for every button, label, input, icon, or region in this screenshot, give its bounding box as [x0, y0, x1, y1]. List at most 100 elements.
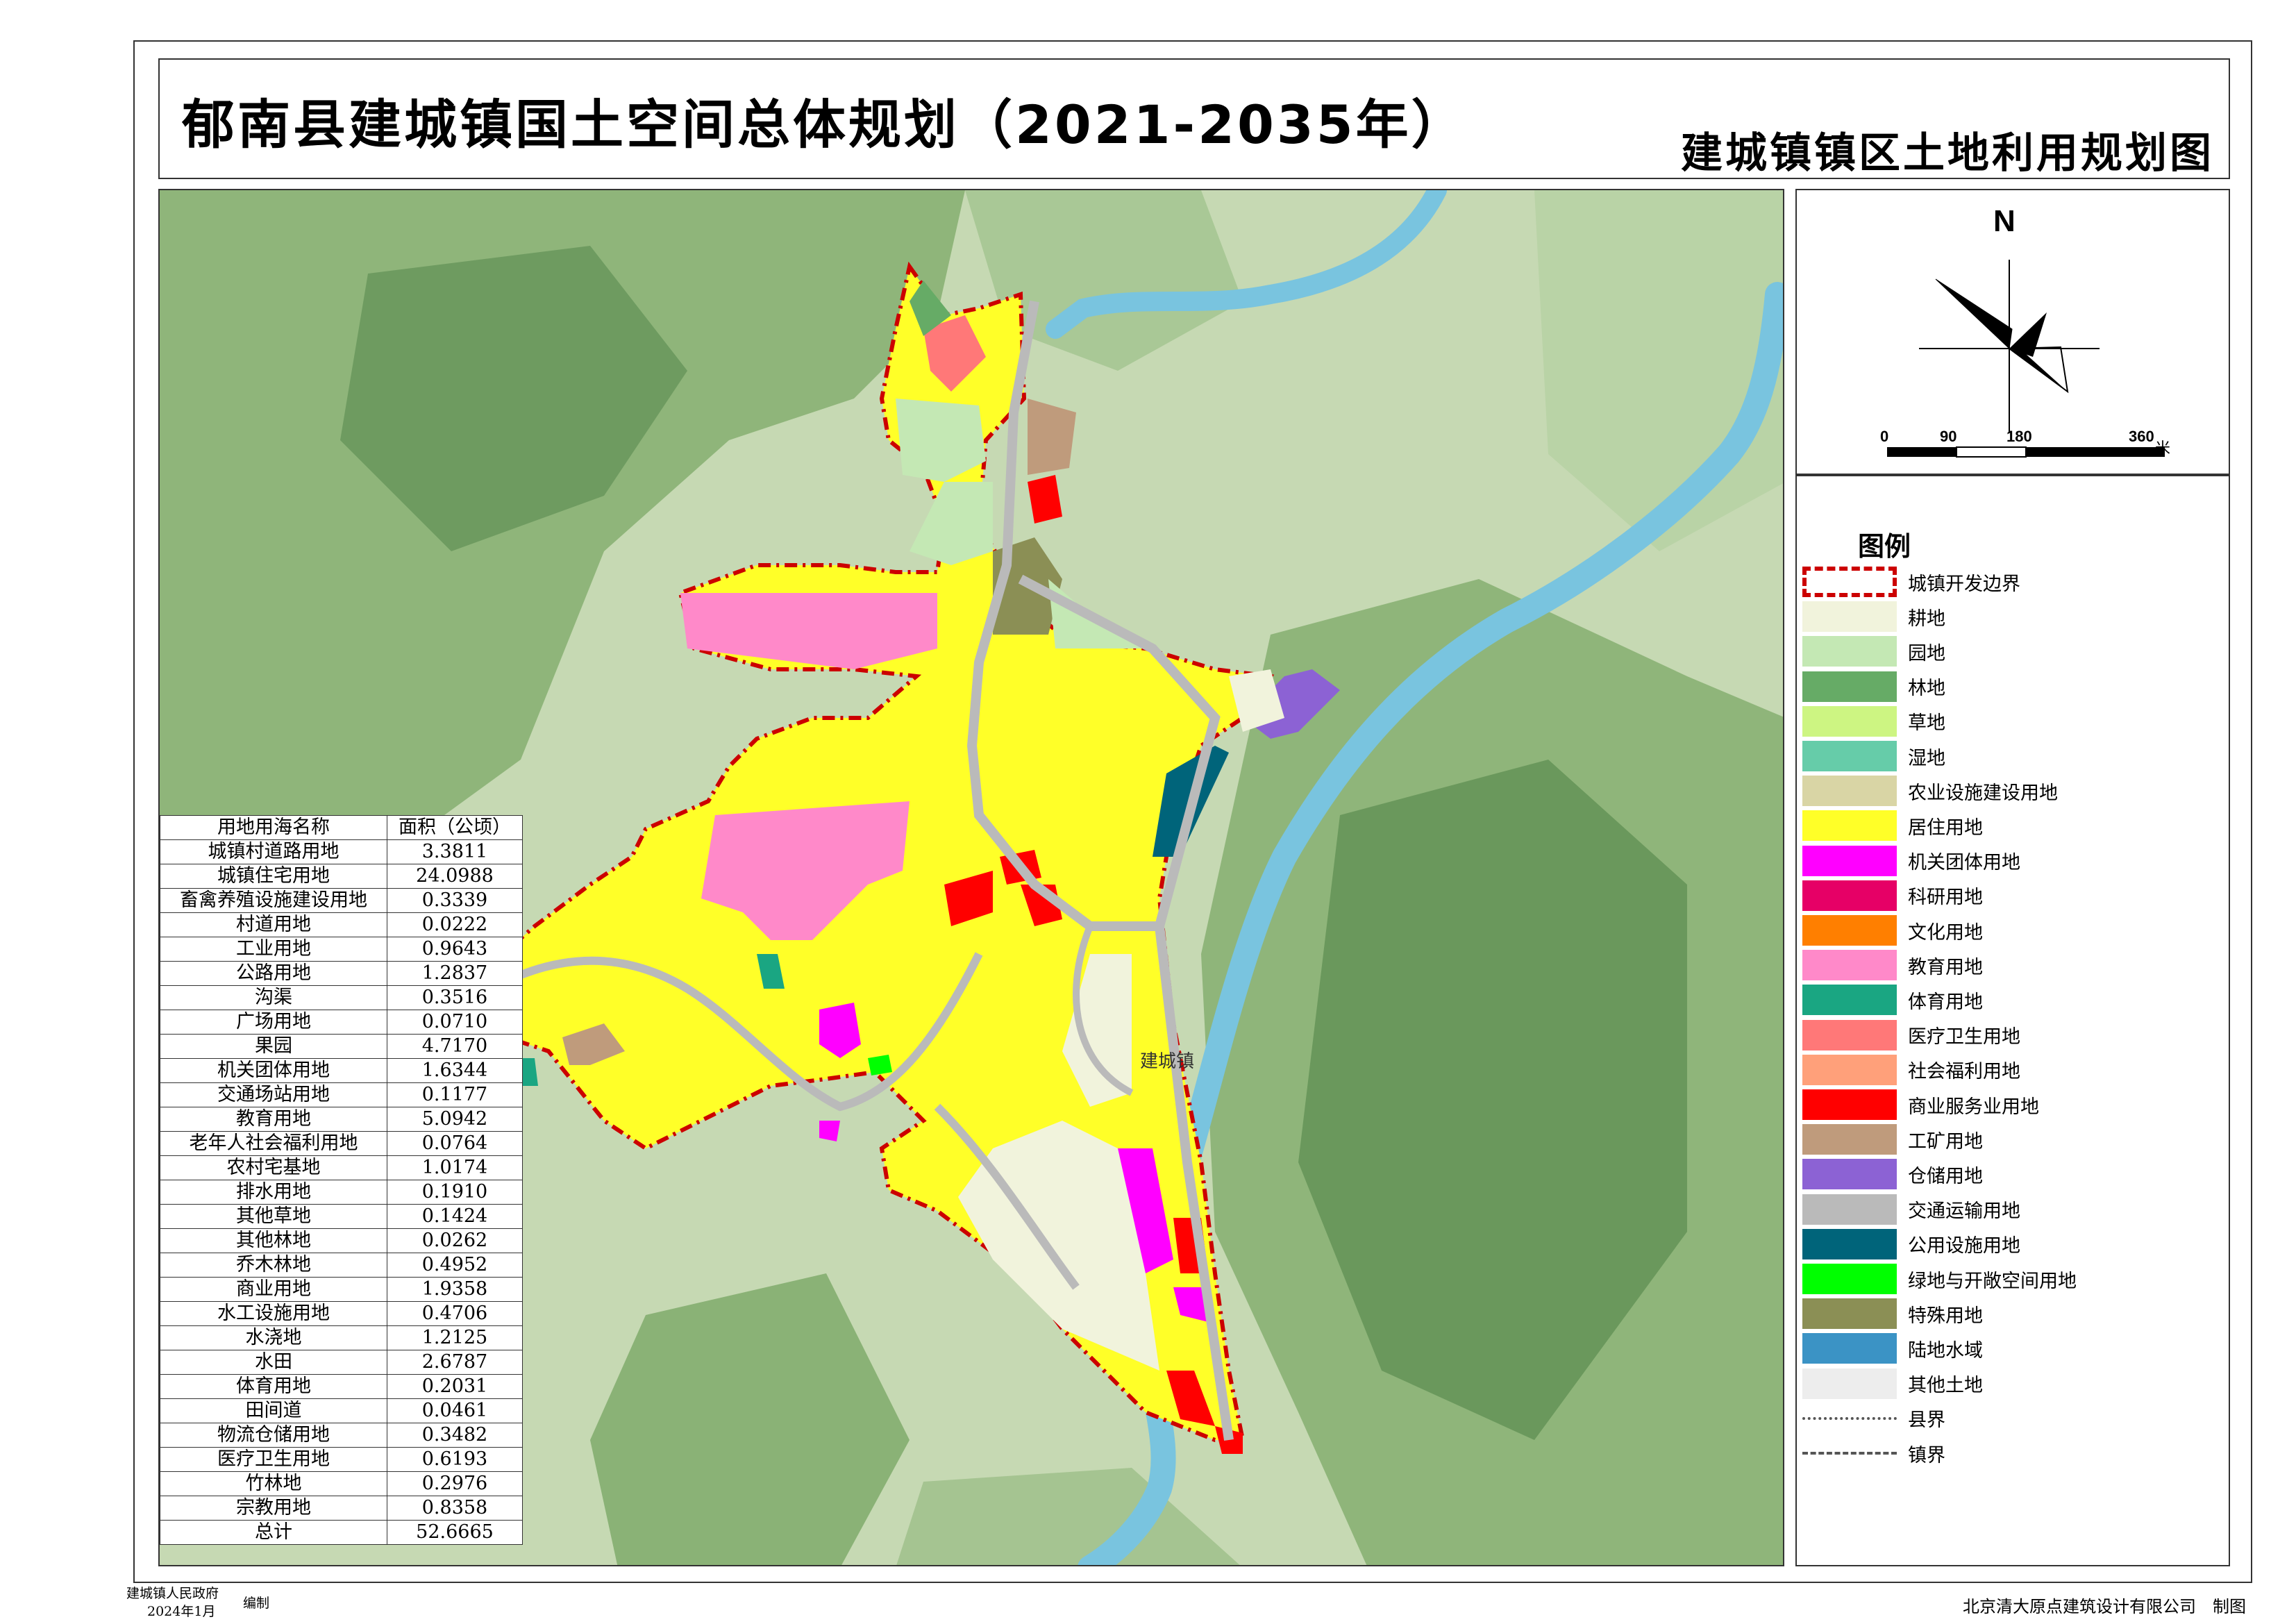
table-cell-name: 机关团体用地	[160, 1058, 387, 1083]
table-row: 沟渠 0.3516	[160, 985, 523, 1010]
legend-label: 机关团体用地	[1908, 852, 2020, 874]
legend-item: 工矿用地	[1802, 1124, 1983, 1155]
table-row: 水田 2.6787	[160, 1350, 523, 1375]
table-cell-name: 广场用地	[160, 1010, 387, 1035]
table-row: 机关团体用地 1.6344	[160, 1058, 523, 1083]
table-row: 农村宅基地 1.0174	[160, 1155, 523, 1180]
legend-item: 特殊用地	[1802, 1298, 1983, 1330]
legend-item: 湿地	[1802, 741, 1945, 771]
legend-swatch	[1802, 810, 1897, 842]
table-cell-name: 村道用地	[160, 912, 387, 937]
scale-tick-180: 180	[2006, 428, 2032, 445]
table-cell-name: 水浇地	[160, 1325, 387, 1350]
table-row: 物流仓储用地 0.3482	[160, 1423, 523, 1448]
table-row: 商业用地 1.9358	[160, 1277, 523, 1302]
table-cell-name: 乔木林地	[160, 1253, 387, 1278]
legend-swatch	[1802, 1264, 1897, 1294]
map-subtitle: 建城镇镇区土地利用规划图	[1681, 129, 2214, 178]
table-cell-area: 0.4952	[387, 1253, 523, 1278]
table-cell-name: 宗教用地	[160, 1496, 387, 1521]
scale-tick-360: 360	[2129, 428, 2154, 445]
table-row: 水浇地 1.2125	[160, 1325, 523, 1350]
scale-tick-90: 90	[1940, 428, 1957, 445]
scale-tick-0: 0	[1880, 428, 1889, 445]
scale-seg-1	[1887, 447, 1956, 457]
table-cell-name: 沟渠	[160, 985, 387, 1010]
legend-item: 园地	[1802, 636, 1945, 667]
legend-swatch	[1802, 915, 1897, 946]
table-cell-area: 0.9643	[387, 937, 523, 962]
table-cell-name: 交通场站用地	[160, 1082, 387, 1107]
table-cell-area: 0.2976	[387, 1471, 523, 1496]
table-cell-name: 田间道	[160, 1398, 387, 1423]
table-cell-name: 畜禽养殖设施建设用地	[160, 888, 387, 913]
table-row: 教育用地 5.0942	[160, 1107, 523, 1132]
table-cell-area: 52.6665	[387, 1520, 523, 1545]
table-row: 交通场站用地 0.1177	[160, 1082, 523, 1107]
table-cell-name: 水田	[160, 1350, 387, 1375]
legend-swatch	[1802, 1298, 1897, 1330]
compass-needle-ne	[2009, 312, 2047, 357]
legend-item: 绿地与开敞空间用地	[1802, 1264, 2077, 1294]
legend-swatch	[1802, 1089, 1897, 1120]
table-cell-name: 公路用地	[160, 961, 387, 986]
table-cell-name: 医疗卫生用地	[160, 1447, 387, 1472]
legend-swatch	[1802, 1368, 1897, 1399]
legend-item: 居住用地	[1802, 810, 1983, 842]
table-cell-area: 1.0174	[387, 1155, 523, 1180]
table-row: 工业用地 0.9643	[160, 937, 523, 962]
table-cell-area: 1.6344	[387, 1058, 523, 1083]
table-row: 排水用地 0.1910	[160, 1180, 523, 1205]
legend-item: 草地	[1802, 705, 1945, 737]
legend-swatch	[1802, 1228, 1897, 1259]
legend-item: 商业服务业用地	[1802, 1089, 2039, 1120]
table-cell-area: 0.0222	[387, 912, 523, 937]
table-cell-name: 城镇村道路用地	[160, 839, 387, 864]
table-cell-area: 0.1910	[387, 1180, 523, 1205]
legend-item: 文化用地	[1802, 915, 1983, 946]
legend-swatch	[1802, 1416, 1897, 1420]
scale-seg-2	[1956, 446, 2027, 458]
table-cell-area: 1.2837	[387, 961, 523, 986]
table-row: 田间道 0.0461	[160, 1398, 523, 1423]
legend-label: 医疗卫生用地	[1908, 1026, 2020, 1048]
legend-label: 仓储用地	[1908, 1165, 1983, 1187]
legend-swatch	[1802, 1159, 1897, 1190]
table-row: 城镇村道路用地 3.3811	[160, 839, 523, 864]
scale-seg-3	[2026, 447, 2165, 457]
table-row: 总计 52.6665	[160, 1520, 523, 1545]
legend-swatch	[1802, 845, 1897, 876]
table-row: 果园 4.7170	[160, 1034, 523, 1059]
table-cell-name: 总计	[160, 1520, 387, 1545]
compass-panel: N 0 90 180 360 米	[1795, 189, 2230, 475]
town-label: 建城镇	[1140, 1051, 1195, 1072]
legend-item: 体育用地	[1802, 985, 1983, 1016]
legend-label: 商业服务业用地	[1908, 1096, 2039, 1118]
table-cell-name: 竹林地	[160, 1471, 387, 1496]
legend-swatch	[1802, 1194, 1897, 1225]
table-cell-name: 工业用地	[160, 937, 387, 962]
legend-label: 草地	[1908, 712, 1945, 735]
legend-item: 县界	[1802, 1405, 1945, 1432]
legend-item: 教育用地	[1802, 950, 1983, 981]
parcel-green-space	[868, 1055, 892, 1075]
legend-swatch	[1802, 776, 1897, 807]
table-cell-area: 0.6193	[387, 1447, 523, 1472]
legend-swatch	[1802, 705, 1897, 737]
footer-date: 2024年1月	[147, 1604, 216, 1619]
table-row: 医疗卫生用地 0.6193	[160, 1447, 523, 1472]
table-cell-name: 商业用地	[160, 1277, 387, 1302]
legend-item: 医疗卫生用地	[1802, 1019, 2020, 1050]
legend-label: 镇界	[1908, 1444, 1945, 1466]
table-cell-area: 2.6787	[387, 1350, 523, 1375]
legend-item: 科研用地	[1802, 880, 1983, 911]
table-row: 城镇住宅用地 24.0988	[160, 864, 523, 889]
table-header-area: 面积（公顷）	[387, 815, 523, 840]
legend-label: 县界	[1908, 1409, 1945, 1432]
table-cell-area: 1.2125	[387, 1325, 523, 1350]
legend-swatch	[1802, 880, 1897, 911]
table-cell-area: 0.0764	[387, 1131, 523, 1156]
table-cell-name: 体育用地	[160, 1374, 387, 1399]
legend-swatch	[1802, 741, 1897, 771]
legend-label: 公用设施用地	[1908, 1235, 2020, 1257]
